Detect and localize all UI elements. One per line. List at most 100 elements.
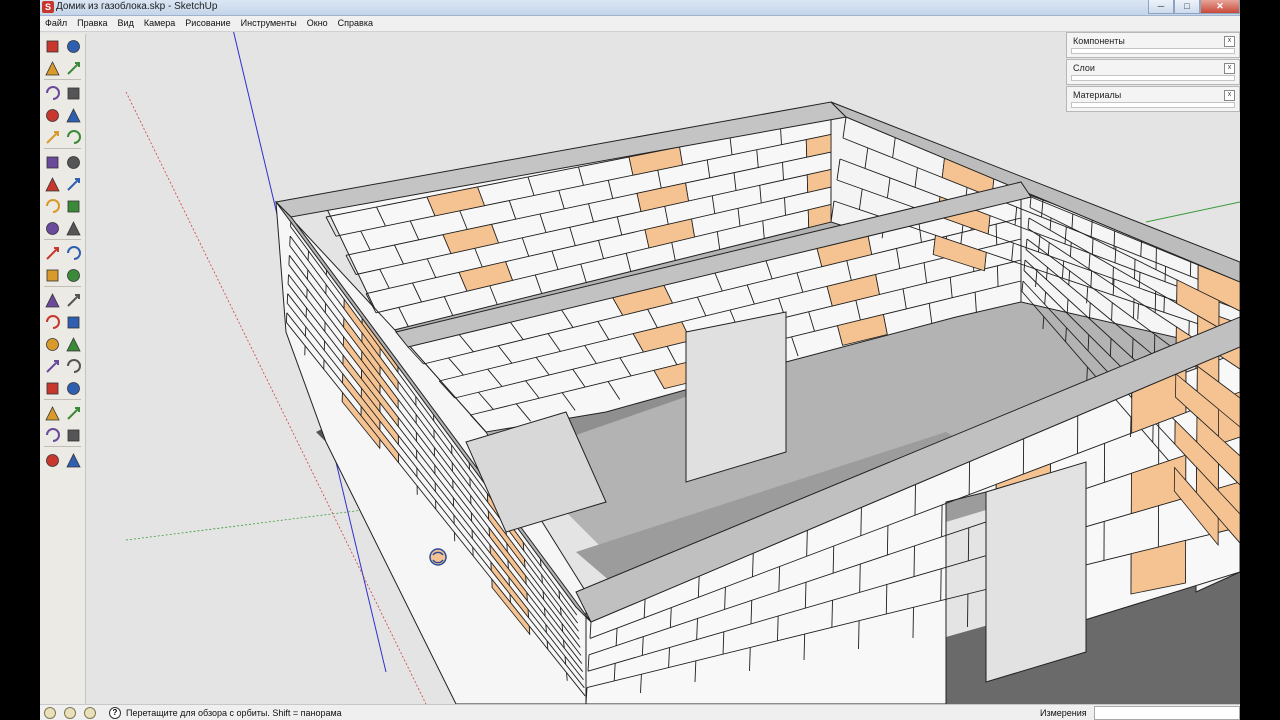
help-icon[interactable]: ? xyxy=(109,707,121,719)
zoom-extents-tool-icon[interactable] xyxy=(43,335,62,354)
front-wall-joint-line xyxy=(832,545,835,574)
eraser-tool-icon[interactable] xyxy=(64,59,83,78)
tray-materials[interactable]: Материалы x xyxy=(1066,86,1240,112)
menu-file[interactable]: Файл xyxy=(40,16,72,31)
move-tool-icon[interactable] xyxy=(43,153,62,172)
front-wall-joint-line xyxy=(885,584,888,614)
toolbar-separator xyxy=(44,239,81,240)
line-tool-icon[interactable] xyxy=(64,84,83,103)
offset-tool-icon[interactable] xyxy=(64,197,83,216)
front-wall-joint-line xyxy=(912,607,914,639)
house-model-scene[interactable] xyxy=(86,32,1240,704)
right-wall-joint-line xyxy=(1130,417,1132,438)
tray-scrollbar[interactable] xyxy=(1071,102,1235,108)
maximize-button[interactable]: □ xyxy=(1174,0,1200,14)
tray-scrollbar[interactable] xyxy=(1071,75,1235,81)
right-wall-joint-line xyxy=(1109,338,1112,357)
measurements-label: Измерения xyxy=(1040,708,1087,718)
front-wall-joint-line xyxy=(914,484,916,516)
scale-tool-icon[interactable] xyxy=(43,197,62,216)
position-camera-tool-icon[interactable] xyxy=(43,357,62,376)
tray-components[interactable]: Компоненты x xyxy=(1066,32,1240,58)
right-wall-joint-line xyxy=(1113,230,1116,249)
previous-view-tool-icon[interactable] xyxy=(64,335,83,354)
follow-me-tool-icon[interactable] xyxy=(64,175,83,194)
minimize-button[interactable]: ─ xyxy=(1148,0,1174,14)
polygon-tool-icon[interactable] xyxy=(43,128,62,147)
tray-close-icon[interactable]: x xyxy=(1224,36,1235,47)
pan-tool-icon[interactable] xyxy=(64,291,83,310)
axes-tool-icon[interactable] xyxy=(43,266,62,285)
look-around-tool-icon[interactable] xyxy=(64,357,83,376)
front-door-opening xyxy=(985,461,1087,683)
tape-measure-tool-icon[interactable] xyxy=(43,219,62,238)
orbit-tool-icon[interactable] xyxy=(43,291,62,310)
title-bar: S Домик из газоблока.skp - SketchUp ─ □ … xyxy=(40,0,1240,16)
credits-icon[interactable] xyxy=(64,707,76,719)
right-wall-joint-line xyxy=(1134,259,1136,280)
upload-component-tool-icon[interactable] xyxy=(64,426,83,445)
arc-tool-icon[interactable] xyxy=(64,106,83,125)
3d-viewport[interactable] xyxy=(86,32,1240,704)
menu-edit[interactable]: Правка xyxy=(72,16,112,31)
paint-bucket-tool-icon[interactable] xyxy=(43,59,62,78)
freehand-tool-icon[interactable] xyxy=(64,128,83,147)
select-tool-icon[interactable] xyxy=(43,37,62,56)
close-button[interactable]: ✕ xyxy=(1200,0,1240,14)
user-icon[interactable] xyxy=(84,707,96,719)
menu-view[interactable]: Вид xyxy=(113,16,139,31)
tray-close-icon[interactable]: x xyxy=(1224,90,1235,101)
tray-layers[interactable]: Слои x xyxy=(1066,59,1240,85)
tool-palette xyxy=(40,34,86,704)
orbit-cursor-icon xyxy=(429,548,447,566)
rectangle-tool-icon[interactable] xyxy=(43,84,62,103)
menu-tools[interactable]: Инструменты xyxy=(236,16,302,31)
front-wall-joint-line xyxy=(913,545,915,577)
toolbar-separator xyxy=(44,446,81,447)
front-wall-joint-line xyxy=(858,620,860,650)
tray-title: Компоненты xyxy=(1073,36,1125,46)
measurements-input[interactable] xyxy=(1094,706,1240,720)
menu-bar: Файл Правка Вид Камера Рисование Инструм… xyxy=(40,16,1240,32)
3d-text-tool-icon[interactable] xyxy=(64,266,83,285)
menu-window[interactable]: Окно xyxy=(302,16,333,31)
tray-title: Слои xyxy=(1073,63,1095,73)
interior-door-opening xyxy=(685,311,787,483)
toolbar-separator xyxy=(44,286,81,287)
walk-tool-icon[interactable] xyxy=(43,379,62,398)
menu-draw[interactable]: Рисование xyxy=(180,16,235,31)
menu-camera[interactable]: Камера xyxy=(139,16,180,31)
push-pull-tool-icon[interactable] xyxy=(64,153,83,172)
extension-tool-icon[interactable] xyxy=(43,451,62,470)
tray-title: Материалы xyxy=(1073,90,1122,100)
status-bar: ? Перетащите для обзора с орбиты. Shift … xyxy=(40,704,1240,720)
component-tool-icon[interactable] xyxy=(64,37,83,56)
circle-tool-icon[interactable] xyxy=(43,106,62,125)
tray-scrollbar[interactable] xyxy=(1071,48,1235,54)
section-plane-tool-icon[interactable] xyxy=(64,379,83,398)
tray-close-icon[interactable]: x xyxy=(1224,63,1235,74)
rotate-tool-icon[interactable] xyxy=(43,175,62,194)
menu-help[interactable]: Справка xyxy=(333,16,378,31)
warehouse-tool-icon[interactable] xyxy=(43,404,62,423)
zoom-tool-icon[interactable] xyxy=(43,313,62,332)
window-title: Домик из газоблока.skp - SketchUp xyxy=(56,1,218,12)
front-wall-joint-line xyxy=(886,525,889,555)
sketchup-window: S Домик из газоблока.skp - SketchUp ─ □ … xyxy=(40,0,1240,720)
toolbar-separator xyxy=(44,79,81,80)
get-models-tool-icon[interactable] xyxy=(43,426,62,445)
geo-location-icon[interactable] xyxy=(44,707,56,719)
right-back-wall-joint-line xyxy=(1163,296,1165,313)
protractor-tool-icon[interactable] xyxy=(43,244,62,263)
dimension-tool-icon[interactable] xyxy=(64,219,83,238)
front-wall-joint-line xyxy=(831,600,833,628)
zoom-window-tool-icon[interactable] xyxy=(64,313,83,332)
layer-tool-icon[interactable] xyxy=(64,451,83,470)
toolbar-separator xyxy=(44,399,81,400)
right-wall-joint-line xyxy=(1112,266,1114,285)
share-model-tool-icon[interactable] xyxy=(64,404,83,423)
green-axis xyxy=(1145,201,1240,223)
text-tool-icon[interactable] xyxy=(64,244,83,263)
right-wall-joint-line xyxy=(1111,302,1113,321)
right-wall-joint-line xyxy=(1132,338,1134,359)
